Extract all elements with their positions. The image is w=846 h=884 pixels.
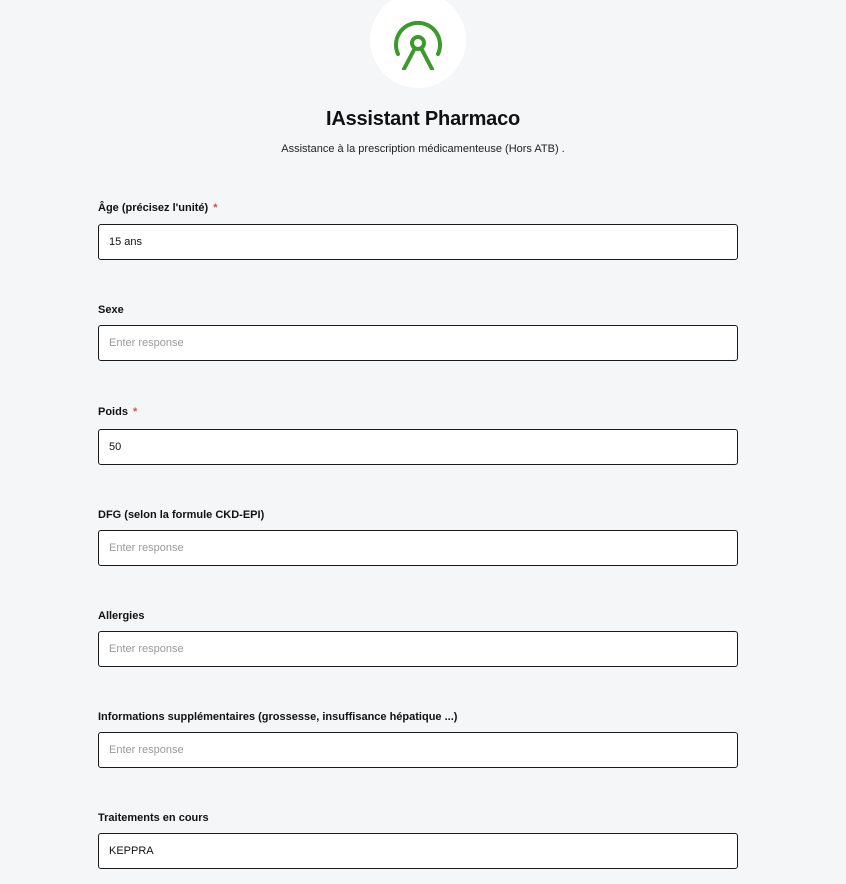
current-treatments-label-text: Traitements en cours bbox=[98, 812, 209, 824]
weight-label-text: Poids bbox=[98, 406, 128, 418]
weight-input[interactable] bbox=[98, 429, 738, 465]
dfg-input[interactable] bbox=[98, 530, 738, 566]
weight-label: Poids * bbox=[98, 406, 137, 418]
allergies-label-text: Allergies bbox=[98, 610, 145, 622]
dfg-label: DFG (selon la formule CKD-EPI) bbox=[98, 509, 264, 521]
allergies-label: Allergies bbox=[98, 610, 144, 622]
required-marker: * bbox=[213, 202, 218, 214]
user-arch-icon bbox=[394, 20, 442, 70]
required-marker: * bbox=[132, 406, 138, 418]
sex-input[interactable] bbox=[98, 325, 738, 361]
additional-info-label-text: Informations supplémentaires (grossesse,… bbox=[98, 711, 458, 723]
page-subtitle: Assistance à la prescription médicamente… bbox=[281, 143, 565, 155]
allergies-input[interactable] bbox=[98, 631, 738, 667]
age-label-text: Âge (précisez l'unité) bbox=[98, 202, 209, 214]
age-label: Âge (précisez l'unité) * bbox=[98, 202, 217, 214]
dfg-label-text: DFG (selon la formule CKD-EPI) bbox=[98, 509, 265, 521]
sex-label-text: Sexe bbox=[98, 304, 124, 316]
current-treatments-input[interactable] bbox=[98, 833, 738, 869]
additional-info-input[interactable] bbox=[98, 732, 738, 768]
additional-info-label: Informations supplémentaires (grossesse,… bbox=[98, 711, 457, 723]
sex-label: Sexe bbox=[98, 304, 124, 316]
app-logo bbox=[370, 0, 466, 88]
age-input[interactable] bbox=[98, 224, 738, 260]
current-treatments-label: Traitements en cours bbox=[98, 812, 209, 824]
page-title: IAssistant Pharmaco bbox=[325, 108, 521, 130]
